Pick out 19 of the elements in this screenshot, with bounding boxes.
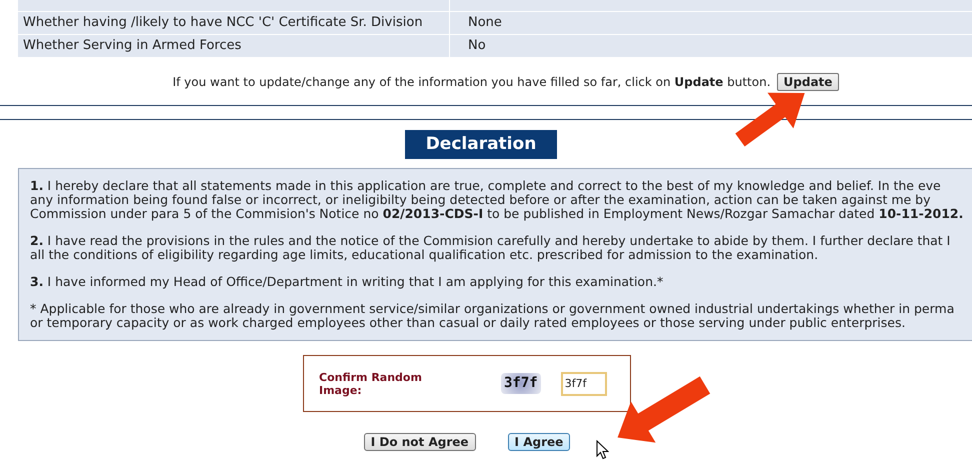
declaration-paragraph: 2. I have read the provisions in the rules and the notice of the Commision carefully and hereby undertake to abide by them. I further declare that I all the conditions of eligibility regarding age limits, educational qualification etc. prescribed for admission to the examination.: [30, 234, 950, 262]
table-cell-text: Whether having /likely to have NCC 'C' Certificate Sr. Division: [22, 14, 423, 32]
update-button[interactable]: Update: [776, 73, 840, 91]
table-cell-text: No: [467, 37, 486, 56]
declaration-heading: Declaration: [405, 130, 557, 159]
agreement-button[interactable]: I Do not Agree: [364, 433, 476, 451]
update-instruction: If you want to update/change any of the information you have filled so far, click on Update button.: [172, 74, 771, 91]
agreement-button[interactable]: I Agree: [508, 433, 570, 451]
table-cell-text: Whether Serving in Armed Forces: [22, 37, 242, 56]
arrow-icon: [618, 376, 710, 443]
captcha-label: Confirm Random Image:: [319, 370, 423, 396]
declaration-paragraph: 1. I hereby declare that all statements made in this application are true, complete and correct to the best of my knowledge and belief. In the eve any information being found false or incorrect, or ineligibilty being detected before or after the examination, action can be taken against me by Commission under para 5 of the Commision's Notice no 02/2013-CDS-I to be published in Employment News/Rozgar Samachar dated 10-11-2012.: [30, 179, 964, 221]
declaration-paragraph: 3. I have informed my Head of Office/Department in writing that I am applying for this examination.*: [30, 275, 664, 289]
table-cell-text: None: [467, 14, 502, 32]
cursor-icon: [596, 440, 609, 460]
arrow-icon: [735, 92, 805, 146]
captcha-image: 3f7f: [501, 373, 541, 394]
declaration-paragraph: * Applicable for those who are already in government service/similar organizations or government owned industrial undertakings whether in perma or temporary capacity or as work charged employees other than casual or daily rated employees or those serving under public enterprises.: [30, 302, 954, 330]
captcha-input-field[interactable]: 3f7f: [560, 372, 607, 396]
